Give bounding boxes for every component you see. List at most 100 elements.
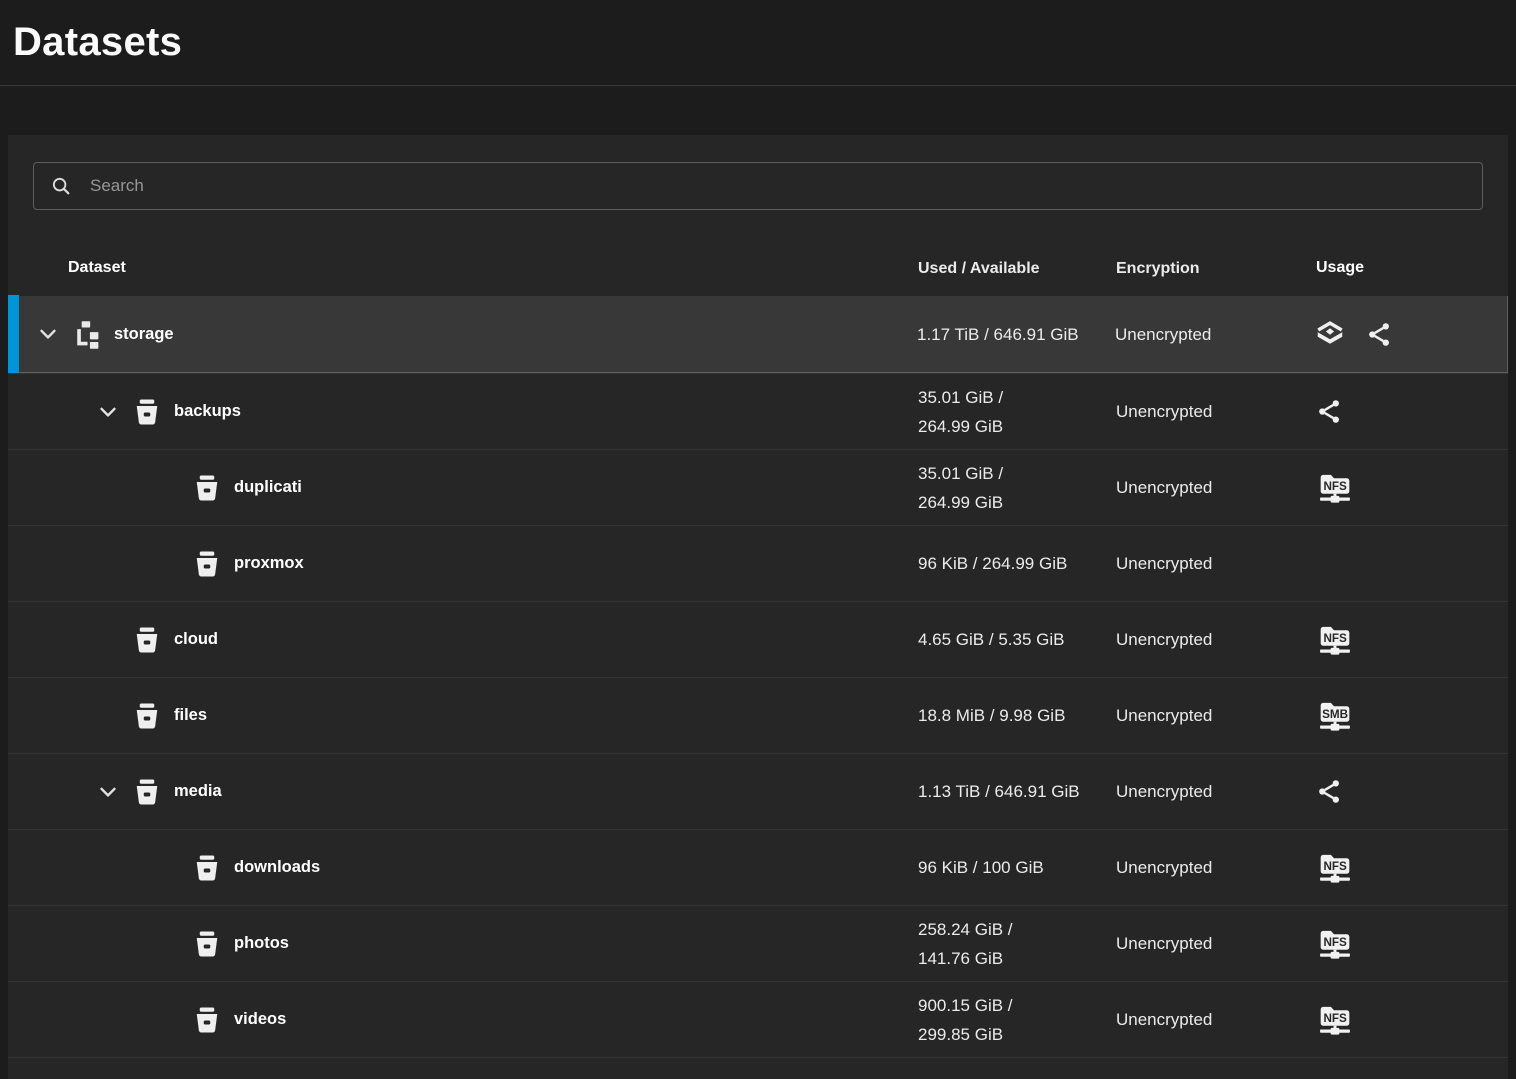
dataset-name: downloads xyxy=(234,858,320,877)
encryption-value: Unencrypted xyxy=(1107,320,1307,349)
used-available-value: 900.15 GiB / 299.85 GiB xyxy=(908,991,1108,1049)
used-available-value: 4.65 GiB / 5.35 GiB xyxy=(908,625,1108,654)
svg-text:NFS: NFS xyxy=(1323,632,1347,645)
encryption-value: Unencrypted xyxy=(1108,549,1308,578)
dataset-name: backups xyxy=(174,402,241,421)
nfs-share-icon: NFS xyxy=(1316,468,1354,508)
column-header-usage: Usage xyxy=(1308,259,1508,277)
usage-icons: NFS xyxy=(1308,620,1508,660)
search-section xyxy=(8,135,1508,240)
svg-text:NFS: NFS xyxy=(1323,936,1347,949)
nfs-share-icon: NFS xyxy=(1316,848,1354,888)
encryption-value: Unencrypted xyxy=(1108,777,1308,806)
nfs-share-icon: NFS xyxy=(1316,1000,1354,1040)
table-row[interactable]: duplicati 35.01 GiB / 264.99 GiB Unencry… xyxy=(8,449,1508,525)
dataset-name: storage xyxy=(114,325,174,344)
table-row[interactable]: media 1.13 TiB / 646.91 GiB Unencrypted xyxy=(8,753,1508,829)
apps-icon xyxy=(1315,319,1345,349)
usage-icons: NFS xyxy=(1308,468,1508,508)
encryption-value: Unencrypted xyxy=(1108,929,1308,958)
dataset-cell: downloads xyxy=(8,830,908,905)
dataset-name: photos xyxy=(234,934,289,953)
encryption-value: Unencrypted xyxy=(1108,473,1308,502)
chevron-down-icon[interactable] xyxy=(95,399,121,425)
used-available-value: 96 KiB / 100 GiB xyxy=(908,853,1108,882)
dataset-icon xyxy=(192,929,222,959)
search-input[interactable] xyxy=(88,175,1466,197)
dataset-name: media xyxy=(174,782,222,801)
dataset-icon xyxy=(132,701,162,731)
dataset-icon xyxy=(192,473,222,503)
svg-text:NFS: NFS xyxy=(1323,1012,1347,1025)
used-available-value: 35.01 GiB / 264.99 GiB xyxy=(908,459,1108,517)
dataset-cell: proxmox xyxy=(8,526,908,601)
encryption-value: Unencrypted xyxy=(1108,625,1308,654)
dataset-name: videos xyxy=(234,1010,286,1029)
table-row[interactable]: backups 35.01 GiB / 264.99 GiB Unencrypt… xyxy=(8,373,1508,449)
usage-icons xyxy=(1308,778,1508,805)
usage-icons xyxy=(1308,398,1508,425)
dataset-icon xyxy=(132,397,162,427)
column-header-used-available: Used / Available xyxy=(908,254,1108,283)
nfs-share-icon: NFS xyxy=(1316,620,1354,660)
usage-icons: NFS xyxy=(1308,924,1508,964)
share-icon xyxy=(1316,398,1343,425)
share-icon xyxy=(1316,778,1343,805)
dataset-name: cloud xyxy=(174,630,218,649)
table-row-partial xyxy=(8,1057,1508,1079)
smb-share-icon: SMB xyxy=(1316,696,1354,736)
usage-icons: SMB xyxy=(1308,696,1508,736)
used-available-value: 1.13 TiB / 646.91 GiB xyxy=(908,777,1108,806)
svg-text:NFS: NFS xyxy=(1323,860,1347,873)
page-title: Datasets xyxy=(13,20,182,65)
dataset-cell: media xyxy=(8,754,908,829)
usage-icons: NFS xyxy=(1308,1000,1508,1040)
column-header-encryption: Encryption xyxy=(1108,254,1308,283)
used-available-value: 258.24 GiB / 141.76 GiB xyxy=(908,915,1108,973)
table-row[interactable]: photos 258.24 GiB / 141.76 GiB Unencrypt… xyxy=(8,905,1508,981)
dataset-icon xyxy=(192,853,222,883)
table-row[interactable]: downloads 96 KiB / 100 GiB Unencrypted N… xyxy=(8,829,1508,905)
table-row[interactable]: proxmox 96 KiB / 264.99 GiB Unencrypted xyxy=(8,525,1508,601)
dataset-cell: duplicati xyxy=(8,450,908,525)
share-icon xyxy=(1366,321,1393,348)
dataset-icon xyxy=(192,1005,222,1035)
dataset-cell: backups xyxy=(8,374,908,449)
dataset-name: duplicati xyxy=(234,478,302,497)
column-header-dataset: Dataset xyxy=(8,259,908,277)
datasets-panel: Dataset Used / Available Encryption Usag… xyxy=(8,135,1508,1079)
table-header: Dataset Used / Available Encryption Usag… xyxy=(8,240,1508,296)
dataset-tree-icon xyxy=(72,319,102,349)
dataset-rows: storage 1.17 TiB / 646.91 GiB Unencrypte… xyxy=(8,296,1508,1079)
dataset-cell: files xyxy=(8,678,908,753)
dataset-cell: photos xyxy=(8,906,908,981)
dataset-cell: videos xyxy=(8,982,908,1057)
used-available-value: 96 KiB / 264.99 GiB xyxy=(908,549,1108,578)
usage-icons: NFS xyxy=(1308,848,1508,888)
dataset-cell: storage xyxy=(8,296,907,372)
encryption-value: Unencrypted xyxy=(1108,701,1308,730)
nfs-share-icon: NFS xyxy=(1316,924,1354,964)
svg-text:NFS: NFS xyxy=(1323,480,1347,493)
search-icon xyxy=(50,175,72,197)
dataset-name: proxmox xyxy=(234,554,304,573)
used-available-value: 35.01 GiB / 264.99 GiB xyxy=(908,383,1108,441)
dataset-cell: cloud xyxy=(8,602,908,677)
table-row[interactable]: files 18.8 MiB / 9.98 GiB Unencrypted SM… xyxy=(8,677,1508,753)
used-available-value: 18.8 MiB / 9.98 GiB xyxy=(908,701,1108,730)
chevron-down-icon[interactable] xyxy=(35,321,61,347)
usage-icons xyxy=(1307,319,1507,349)
table-row[interactable]: cloud 4.65 GiB / 5.35 GiB Unencrypted NF… xyxy=(8,601,1508,677)
encryption-value: Unencrypted xyxy=(1108,1005,1308,1034)
dataset-icon xyxy=(192,549,222,579)
encryption-value: Unencrypted xyxy=(1108,397,1308,426)
dataset-name: files xyxy=(174,706,207,725)
chevron-down-icon[interactable] xyxy=(95,779,121,805)
table-row[interactable]: videos 900.15 GiB / 299.85 GiB Unencrypt… xyxy=(8,981,1508,1057)
dataset-icon xyxy=(132,777,162,807)
search-box[interactable] xyxy=(33,162,1483,210)
table-row[interactable]: storage 1.17 TiB / 646.91 GiB Unencrypte… xyxy=(8,296,1508,373)
svg-text:SMB: SMB xyxy=(1322,708,1348,721)
dataset-icon xyxy=(132,625,162,655)
used-available-value: 1.17 TiB / 646.91 GiB xyxy=(907,320,1107,349)
